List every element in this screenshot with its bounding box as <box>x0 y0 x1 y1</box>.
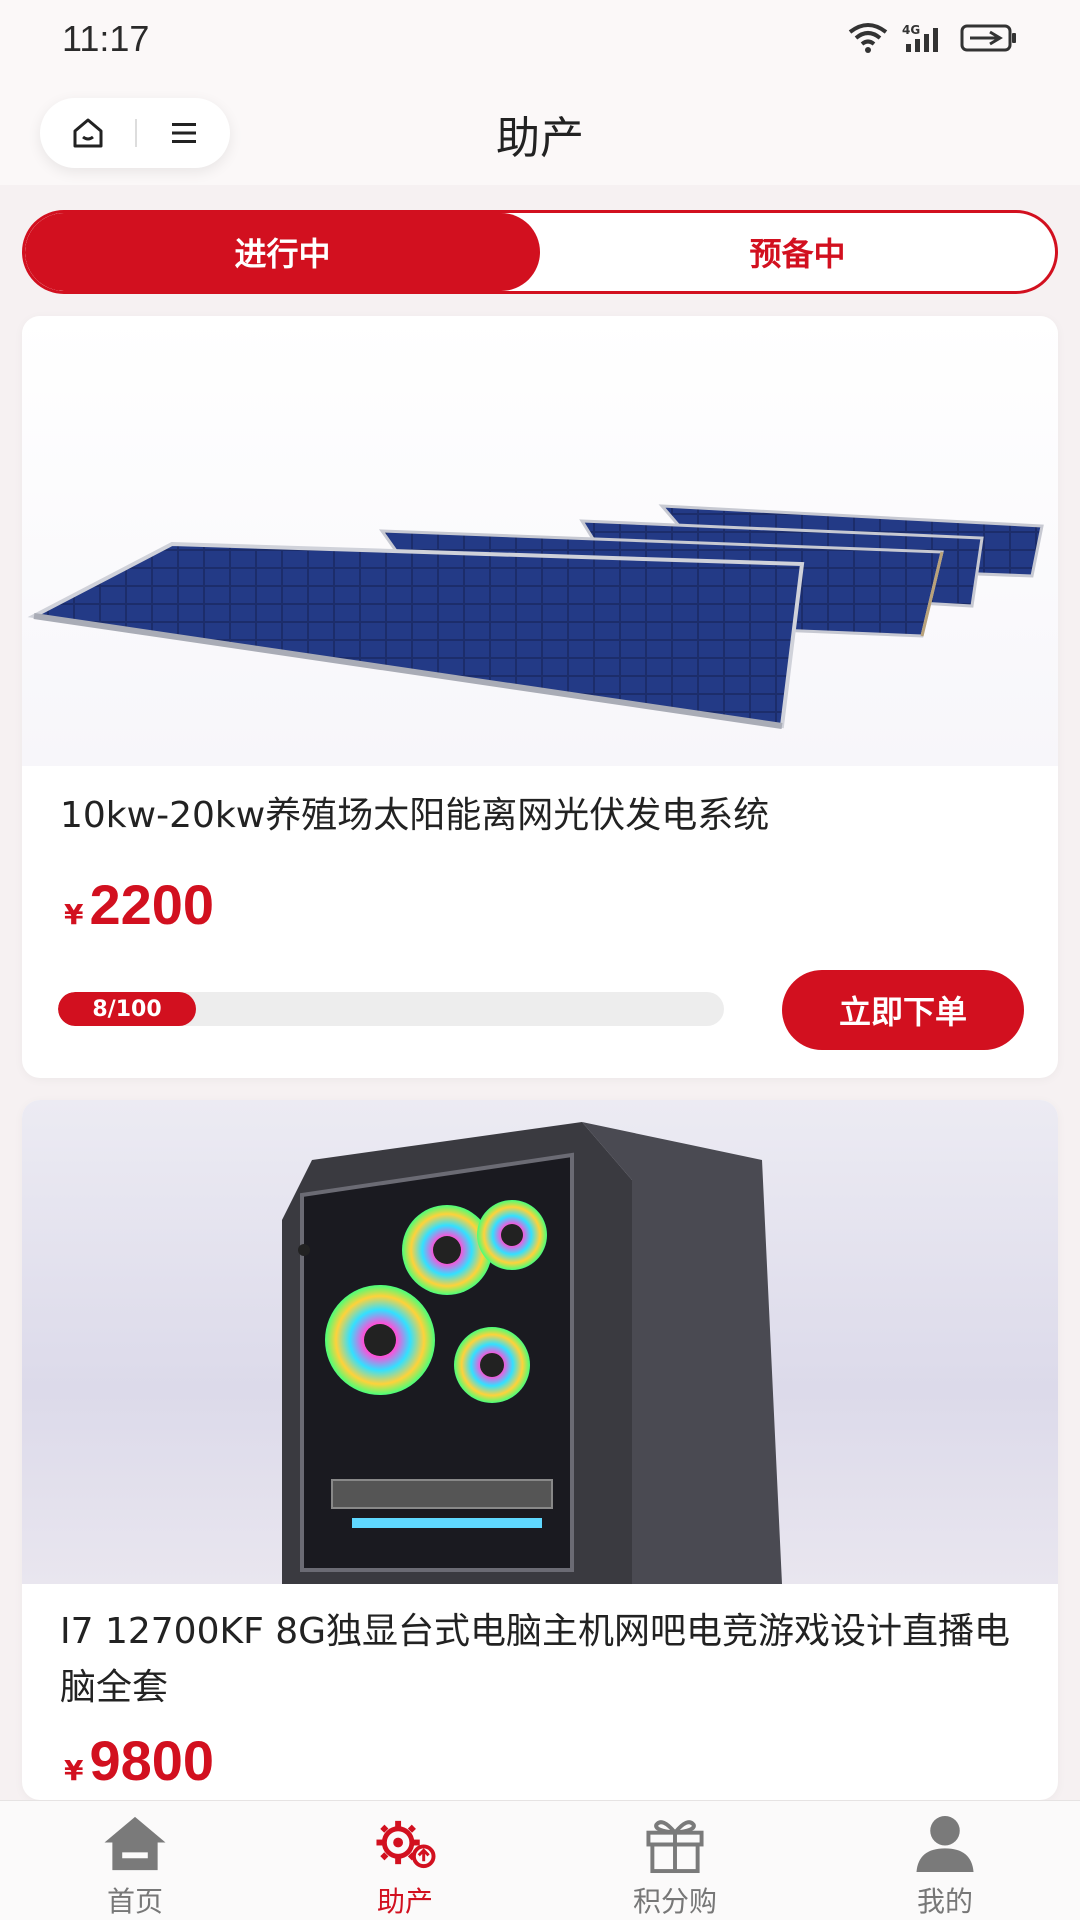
product-price: ¥ 9800 <box>64 1728 214 1793</box>
page-title: 助产 <box>496 113 584 164</box>
nav-label: 助产 <box>376 1885 433 1918</box>
sales-progress-bar: 8/100 <box>58 992 724 1026</box>
price-amount: 9800 <box>89 1729 215 1792</box>
signal-4g-icon: 4G <box>902 23 938 52</box>
progress-fill: 8/100 <box>58 992 196 1026</box>
currency-symbol: ¥ <box>64 898 84 931</box>
price-amount: 2200 <box>89 873 215 936</box>
product-title: 10kw-20kw养殖场太阳能离网光伏发电系统 <box>60 795 770 836</box>
product-card[interactable]: I7 12700KF 8G独显台式电脑主机网吧电竞游戏设计直播电脑全套 ¥ 98… <box>22 1100 1058 1800</box>
app-header: 助产 <box>0 80 1080 185</box>
home-icon <box>104 1816 166 1871</box>
bottom-nav: 首页 助产 积分购 我的 <box>0 1800 1080 1920</box>
desktop-pc-case-image <box>22 1100 1058 1584</box>
battery-charging-icon <box>960 24 1016 52</box>
user-icon <box>916 1815 974 1873</box>
nav-label: 积分购 <box>632 1885 717 1918</box>
gift-icon <box>646 1820 704 1874</box>
gears-up-icon <box>376 1820 436 1869</box>
nav-item-assist[interactable]: 助产 <box>270 1801 540 1920</box>
product-card[interactable]: 10kw-20kw养殖场太阳能离网光伏发电系统 ¥ 2200 8/100 立即下… <box>22 316 1058 1078</box>
solar-panels-illustration <box>27 504 1044 729</box>
nav-item-home[interactable]: 首页 <box>0 1801 270 1920</box>
nav-label: 我的 <box>916 1885 973 1918</box>
pc-case-illustration <box>282 1122 782 1584</box>
status-bar: 11:17 4G <box>0 0 1080 80</box>
nav-item-mine[interactable]: 我的 <box>810 1801 1080 1920</box>
nav-label: 首页 <box>106 1885 163 1918</box>
tab-in-progress[interactable]: 进行中 <box>25 213 540 291</box>
status-icons: 4G <box>848 22 1018 54</box>
status-tabs: 进行中 预备中 <box>22 210 1058 294</box>
nav-item-points-shop[interactable]: 积分购 <box>540 1801 810 1920</box>
status-time: 11:17 <box>62 18 150 59</box>
product-title: I7 12700KF 8G独显台式电脑主机网吧电竞游戏设计直播电脑全套 <box>60 1611 1011 1708</box>
svg-text:4G: 4G <box>902 23 920 37</box>
order-now-button[interactable]: 立即下单 <box>782 970 1024 1050</box>
product-price: ¥ 2200 <box>64 872 214 937</box>
currency-symbol: ¥ <box>64 1754 84 1787</box>
wifi-icon <box>848 23 888 53</box>
tab-upcoming[interactable]: 预备中 <box>540 213 1055 291</box>
solar-panels-image <box>22 316 1058 766</box>
